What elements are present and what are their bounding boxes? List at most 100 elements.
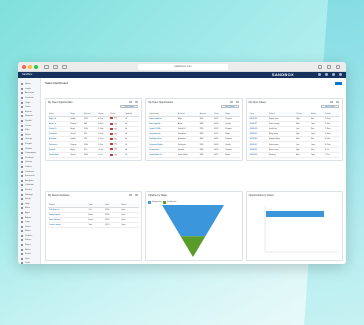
cell-text: $12k bbox=[84, 117, 88, 120]
cell-text: 00001032 bbox=[249, 148, 258, 151]
cell-text: Genepoint bbox=[49, 133, 57, 136]
top-panels: My Open Opportunities View Report Name Stag… bbox=[45, 98, 343, 161]
maximize-window-button[interactable] bbox=[34, 65, 38, 69]
app-name[interactable]: Sandbox bbox=[22, 73, 32, 76]
refresh-icon[interactable] bbox=[229, 101, 233, 103]
tabs-overview-icon[interactable] bbox=[336, 65, 340, 69]
title-bar: salesforce.com bbox=[18, 62, 346, 72]
menu-icon[interactable] bbox=[135, 194, 139, 196]
nav-icon bbox=[21, 124, 23, 127]
cell-text: Propose bbox=[70, 122, 77, 125]
cell-text: 7d bbox=[125, 143, 128, 146]
bar[interactable] bbox=[265, 211, 324, 217]
cell-text: Low bbox=[296, 143, 300, 146]
bar-chart bbox=[264, 206, 339, 253]
table-row[interactable]: Grand Hotels Kit Grand Hotels $35k 06/12 Neg… bbox=[148, 152, 240, 159]
nav-icon bbox=[21, 216, 23, 219]
notification-icon[interactable] bbox=[332, 73, 335, 76]
url-bar[interactable]: salesforce.com bbox=[138, 64, 228, 70]
cell-text: 8d bbox=[125, 148, 128, 151]
refresh-icon[interactable] bbox=[329, 101, 333, 103]
cell-text: Y. Cho bbox=[324, 153, 330, 156]
cell-text: 5d bbox=[125, 133, 128, 136]
cell-text: Pyramid bbox=[177, 148, 185, 151]
cell-text: Done bbox=[121, 208, 126, 211]
activities-panel: My Recent Activities Subject Type Date Stat… bbox=[45, 191, 143, 261]
close-window-button[interactable] bbox=[22, 65, 26, 69]
avatar[interactable] bbox=[339, 73, 342, 76]
sidebar-toggle-icon[interactable] bbox=[44, 65, 49, 69]
table-row[interactable]: Contract review Task 05/13 Open bbox=[48, 222, 140, 229]
nav-icon bbox=[21, 92, 23, 95]
cell-text: Billing query bbox=[268, 133, 279, 136]
cell-text: Negot. bbox=[225, 133, 231, 136]
sidebar-item-label: Cases bbox=[25, 124, 32, 127]
cell-text: $21k bbox=[84, 127, 88, 130]
funnel-segment[interactable] bbox=[180, 236, 206, 257]
table-cell: Task bbox=[87, 222, 105, 229]
table-cell: Open bbox=[309, 152, 324, 159]
filter-icon[interactable] bbox=[129, 194, 133, 196]
cell-text: Warranty bbox=[268, 153, 276, 156]
cell-text: 05/20 bbox=[214, 127, 219, 130]
view-report-button[interactable]: View Report bbox=[320, 105, 339, 108]
nav-icon bbox=[21, 97, 23, 100]
sidebar-item-label: Accounts bbox=[25, 92, 34, 95]
data-table: Case Subject Priority Status Contact 00001026… bbox=[248, 112, 340, 159]
cell-text: $60k bbox=[199, 138, 204, 141]
refresh-icon[interactable] bbox=[129, 101, 133, 103]
funnel-segment[interactable] bbox=[162, 205, 225, 237]
expand-icon[interactable] bbox=[135, 101, 139, 103]
nav-icon bbox=[21, 110, 23, 113]
table-cell[interactable]: Grand Hotels Kit bbox=[148, 152, 177, 159]
minimize-window-button[interactable] bbox=[28, 65, 32, 69]
cell-text: C. Ray bbox=[98, 127, 104, 130]
sidebar-item[interactable]: Tools bbox=[18, 261, 40, 264]
forward-icon[interactable] bbox=[62, 65, 67, 69]
cell-text: Hot bbox=[114, 154, 118, 157]
new-tab-icon[interactable] bbox=[327, 65, 331, 69]
cell-text: A. Lee bbox=[98, 117, 104, 120]
funnel-chart bbox=[162, 205, 225, 257]
table-row[interactable]: 00001033 Warranty Med Open Y. Cho bbox=[248, 152, 340, 159]
table-cell[interactable]: 00001033 bbox=[248, 152, 268, 159]
sidebar-item-label: Contracts bbox=[25, 170, 35, 173]
cell-text: Dickenson bbox=[49, 143, 57, 146]
settings-icon[interactable] bbox=[325, 73, 328, 76]
sidebar-item-label: Forecasts bbox=[25, 175, 35, 178]
refresh-button[interactable] bbox=[335, 82, 342, 85]
cell-text: $50k bbox=[199, 117, 204, 120]
sidebar-item-label: Files bbox=[25, 129, 30, 132]
view-report-button[interactable]: View Report bbox=[120, 105, 139, 108]
cell-text: Open bbox=[121, 218, 126, 221]
expand-icon[interactable] bbox=[235, 101, 239, 103]
back-icon[interactable] bbox=[53, 65, 58, 69]
table-cell[interactable]: Grand Hotels bbox=[48, 152, 70, 159]
status-badge bbox=[110, 117, 114, 120]
status-badge bbox=[110, 132, 114, 135]
cell-text: Low bbox=[296, 127, 300, 130]
cell-text: Open bbox=[310, 143, 316, 146]
cell-text: Open bbox=[121, 213, 126, 216]
expand-icon[interactable] bbox=[335, 101, 339, 103]
cell-text: D. Fox bbox=[98, 133, 104, 136]
table-row[interactable]: Grand Hotels Closed $16k H. Orr Hot 9d bbox=[48, 152, 140, 159]
view-report-button[interactable]: View Report bbox=[220, 105, 239, 108]
table-cell[interactable]: Contract review bbox=[48, 222, 88, 229]
sidebar-item-label: Analytics bbox=[25, 179, 34, 182]
share-icon[interactable] bbox=[318, 65, 322, 69]
report-panel: My Open Cases View Report Case Subject Prior… bbox=[245, 98, 343, 161]
nav-icon bbox=[21, 87, 23, 90]
cell-text: 05/10 bbox=[105, 208, 110, 211]
cell-text: Call follow-up bbox=[49, 208, 60, 211]
nav-icon bbox=[21, 202, 23, 205]
cell-text: Burlington bbox=[177, 138, 186, 141]
cell-text: 4d bbox=[125, 127, 128, 130]
nav-icon bbox=[21, 161, 23, 164]
help-icon[interactable] bbox=[318, 73, 321, 76]
table-cell: Med bbox=[295, 152, 310, 159]
cell-text: X. Lin bbox=[324, 148, 330, 151]
cell-text: New bbox=[310, 117, 315, 120]
cell-text: Negot. bbox=[225, 153, 231, 156]
nav-icon bbox=[21, 101, 23, 104]
